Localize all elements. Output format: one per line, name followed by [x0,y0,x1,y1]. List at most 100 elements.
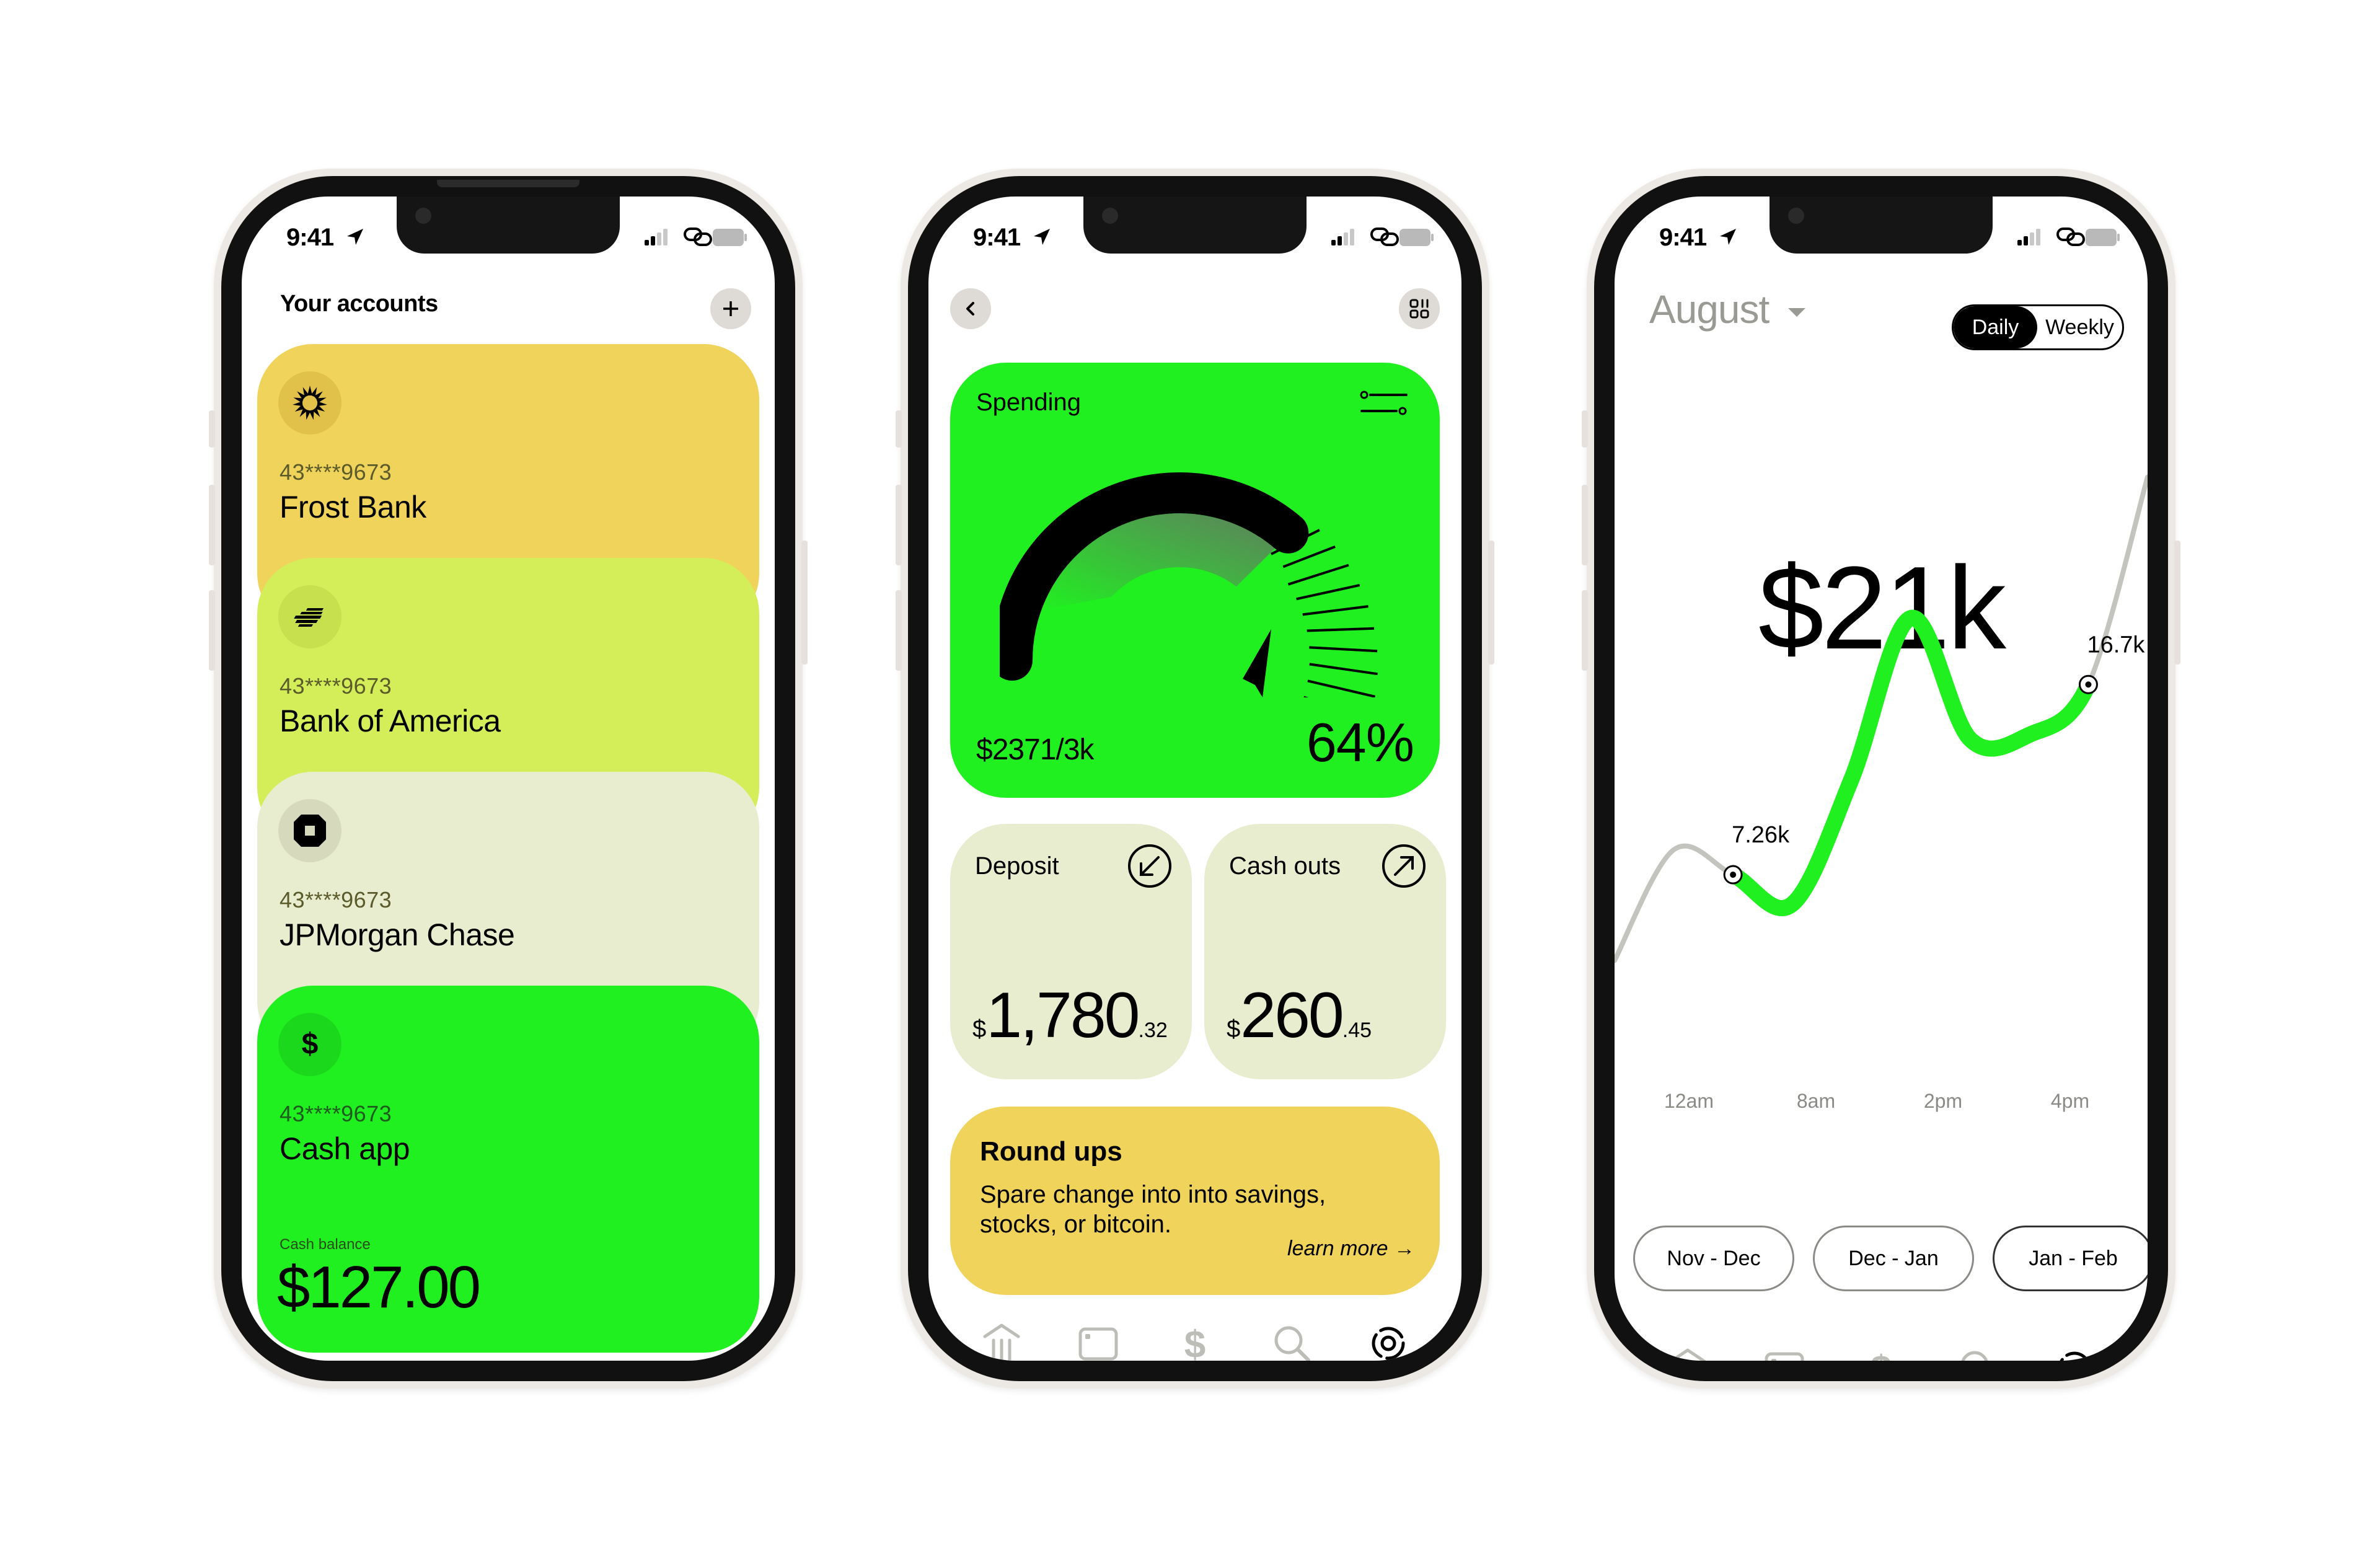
boa-flag-icon [294,608,324,627]
volume-down-button [209,590,215,671]
phone-accounts: 9:41 Your accounts 43****9673 Frost Bank… [209,169,808,1389]
battery-icon [1399,229,1434,246]
period-toggle[interactable]: Daily Weekly [1952,304,2124,350]
widgets-button[interactable] [1399,288,1440,329]
round-ups-card[interactable]: Round ups Spare change into into savings… [950,1107,1440,1295]
x-tick-label: 12am [1664,1090,1714,1112]
volume-down-button [896,590,902,671]
caret-down-icon[interactable] [1788,308,1805,317]
activity-icon [2060,1351,2089,1361]
link-icon [2056,228,2085,246]
gauge-hatch-line [1302,605,1368,616]
amount-cents: .45 [1342,1019,1372,1042]
tab-banks[interactable] [977,1319,1026,1361]
status-bar: 9:41 [242,197,775,265]
status-time: 9:41 [1659,224,1707,251]
bank-of-america-logo [278,585,342,648]
account-name: Bank of America [280,704,501,738]
chart-total: $21k [1758,542,2006,674]
spending-gauge [1000,472,1378,697]
line-chart: 7.26k16.7k 12am 8am 2pm 4pm [1615,474,2148,1112]
signal-icon [645,229,668,245]
speaker [437,180,580,187]
range-pill[interactable]: Dec - Jan [1813,1226,1974,1291]
gauge-remaining-hatch [1271,529,1378,697]
gauge-hatch-line [1309,646,1378,653]
range-pills: Nov - Dec Dec - Jan Jan - Feb [1633,1226,2148,1291]
mute-switch [1582,410,1588,448]
gauge-hatch-line [1296,583,1360,601]
tab-cards[interactable] [1760,1343,1809,1361]
gauge-hatch-line [1287,563,1349,586]
learn-more-link[interactable]: learn more → [1287,1237,1415,1261]
cash-outs-card[interactable]: Cash outs $260.45 [1204,824,1446,1079]
plus-icon [723,301,738,316]
deposit-label: Deposit [975,852,1059,880]
chase-octagon-icon [294,815,326,847]
dollar-icon: $ [1184,1323,1205,1361]
sunburst-icon [293,386,327,420]
spending-amount: $2371/3k [976,733,1095,766]
series-line-before [1615,843,1736,963]
gauge-hatch-line [1309,663,1378,676]
data-label: 7.26k [1732,822,1790,848]
tab-search[interactable] [1953,1343,2003,1361]
dollar-icon: $ [302,1028,319,1061]
toggle-weekly[interactable]: Weekly [2037,306,2122,348]
card-icon [1078,1327,1118,1361]
add-account-button[interactable] [710,288,751,329]
dollar-icon: $ [1871,1348,1892,1361]
volume-up-button [1582,485,1588,565]
round-ups-title: Round ups [980,1136,1122,1167]
screen: 9:41 Spending $2371/3k 64% Deposit $1,78… [928,197,1461,1361]
range-pill[interactable]: Jan - Feb [1993,1226,2148,1291]
bank-icon [1669,1348,1706,1361]
gauge-hatch-line [1307,627,1375,632]
amount-whole: 1,780 [986,979,1140,1051]
volume-up-button [209,485,215,565]
arrow-down-left-icon [1128,844,1171,888]
cash-outs-amount: $260.45 [1227,979,1372,1053]
mute-switch [209,410,215,448]
page-title: Your accounts [280,291,438,317]
month-selector[interactable]: August [1649,286,1770,332]
signal-icon [1331,229,1354,245]
deposit-card[interactable]: Deposit $1,780.32 [950,824,1192,1079]
currency-symbol: $ [1227,1015,1241,1043]
x-tick-label: 2pm [1924,1090,1962,1112]
x-tick-label: 4pm [2051,1090,2089,1112]
account-number: 43****9673 [280,459,392,485]
back-button[interactable] [950,288,991,329]
filter-icon[interactable] [1359,390,1409,417]
account-number: 43****9673 [280,1101,392,1126]
tab-search[interactable] [1267,1319,1316,1361]
spending-percent: 64% [1306,712,1414,773]
tab-cash[interactable]: $ [1856,1343,1906,1361]
tab-activity[interactable] [1364,1319,1413,1361]
tab-activity[interactable] [2050,1343,2099,1361]
tab-banks[interactable] [1663,1343,1712,1361]
arrow-up-right-icon [1382,844,1426,888]
volume-up-button [896,485,902,565]
amount-cents: .32 [1138,1019,1168,1042]
data-point-marker [2078,674,2098,694]
phone-chart: 9:41 August Daily Weekly $21k 7.26k 16.7k… [1582,169,2180,1389]
grid-icon [1409,299,1429,319]
account-number: 43****9673 [280,887,392,912]
status-bar: 9:41 [928,197,1461,265]
tab-cards[interactable] [1073,1319,1123,1361]
screen: 9:41 August Daily Weekly $21k 7.26k 16.7k… [1615,197,2148,1361]
spending-card[interactable]: Spending $2371/3k 64% [950,363,1440,798]
account-name: Cash app [280,1131,410,1166]
power-button [801,541,808,665]
toggle-daily[interactable]: Daily [1954,306,2037,348]
battery-icon [2086,229,2120,246]
card-icon [1765,1352,1804,1361]
cash-balance-label: Cash balance [280,1236,371,1253]
range-pill[interactable]: Nov - Dec [1633,1226,1794,1291]
tab-cash[interactable]: $ [1170,1319,1220,1361]
phone-spending: 9:41 Spending $2371/3k 64% Deposit $1,78… [896,169,1494,1389]
screen: 9:41 Your accounts 43****9673 Frost Bank… [242,197,775,1361]
data-point-dot [2085,681,2092,688]
account-card-cash-app[interactable]: $ 43****9673 Cash app Cash balance $127.… [257,986,759,1353]
